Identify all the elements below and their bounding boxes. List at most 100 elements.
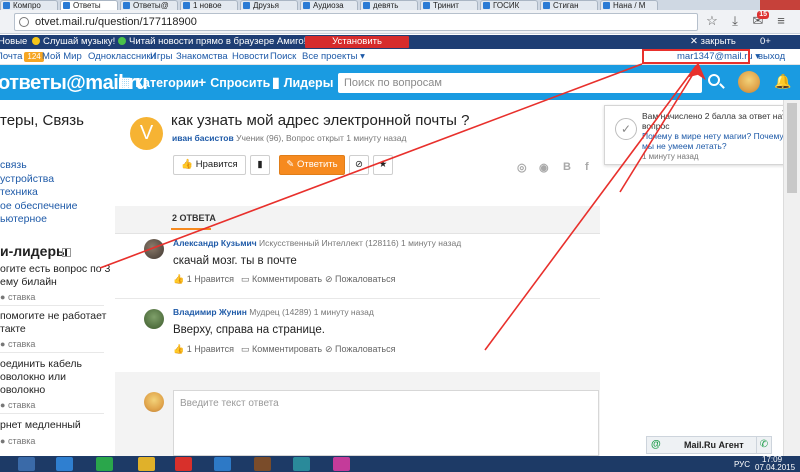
thumbs-up-icon: 👍	[173, 344, 187, 354]
logout-link[interactable]: выход	[758, 49, 785, 65]
favicon-icon	[603, 2, 610, 9]
answerer-avatar[interactable]	[144, 239, 164, 259]
asker-avatar[interactable]: V	[130, 117, 163, 150]
portal-all-projects-link[interactable]: Все проекты ▾	[302, 49, 365, 65]
portal-myworld-link[interactable]: Мой Мир	[42, 49, 82, 65]
category-title: теры, Связь	[0, 112, 84, 129]
answerer-name-link[interactable]: Владимир Жунин	[173, 307, 247, 317]
answerer-avatar[interactable]	[144, 309, 164, 329]
sidebar-question[interactable]: рнет медленный	[0, 419, 81, 432]
facebook-share-icon[interactable]: f	[585, 161, 589, 173]
toolbar-music-link[interactable]: Слушай музыку!	[32, 35, 115, 49]
browser-tab[interactable]: Аудиоза	[300, 0, 358, 10]
scrollbar-thumb[interactable]	[787, 103, 797, 193]
toolbar-close-link[interactable]: ✕ закрыть	[690, 35, 736, 49]
phone-icon[interactable]: ✆	[756, 436, 772, 454]
opera-icon[interactable]	[175, 457, 192, 471]
star-icon[interactable]: ☆	[705, 14, 719, 28]
bell-icon[interactable]: 🔔	[774, 74, 791, 89]
subcategory-link[interactable]: связь	[0, 159, 27, 171]
subcategory-link[interactable]: ьютерное	[0, 213, 47, 225]
portal-news-link[interactable]: Новости	[232, 49, 269, 65]
close-icon: ✕	[690, 36, 701, 47]
check-icon: ✓	[615, 118, 637, 140]
portal-ok-link[interactable]: Одноклассники	[88, 49, 156, 65]
leaders-button[interactable]: ▮ Лидеры	[272, 65, 333, 100]
divider	[0, 352, 104, 353]
answer-comment-button[interactable]: ▭ Комментировать	[241, 344, 322, 355]
favicon-icon	[423, 2, 430, 9]
answer-textarea[interactable]: Введите текст ответа	[173, 390, 599, 456]
answerer-name-link[interactable]: Александр Кузьмич	[173, 238, 257, 248]
browser-tab[interactable]: девять	[360, 0, 418, 10]
browser-tab[interactable]: Компро	[0, 0, 58, 10]
store-icon[interactable]	[96, 457, 113, 471]
app-icon[interactable]	[333, 457, 350, 471]
notifications-icon[interactable]: ✉ 15	[751, 11, 769, 28]
answer-comment-button[interactable]: ▭ Комментировать	[241, 274, 322, 285]
mailru-agent-bar[interactable]: @ Mail.Ru Агент	[646, 436, 772, 454]
odnoklassniki-share-icon[interactable]: ◎	[517, 161, 527, 174]
leaders-checkbox[interactable]	[62, 248, 71, 257]
search-icon[interactable]	[708, 74, 720, 86]
url-field[interactable]: otvet.mail.ru/question/177118900	[14, 13, 698, 31]
media-icon[interactable]	[214, 457, 231, 471]
comment-icon: ▭	[241, 344, 253, 354]
browser-tab[interactable]: ГОСИК	[480, 0, 538, 10]
app-icon[interactable]	[293, 457, 310, 471]
page-scrollbar[interactable]	[783, 100, 800, 456]
install-button[interactable]: Установить	[305, 36, 409, 48]
language-indicator[interactable]: РУС	[734, 460, 750, 469]
subcategory-link[interactable]: устройства	[0, 173, 54, 185]
app-icon[interactable]	[254, 457, 271, 471]
answer-report-button[interactable]: ⊘ Пожаловаться	[325, 274, 395, 285]
chrome-icon[interactable]	[138, 457, 155, 471]
window-close-button[interactable]	[760, 0, 800, 10]
portal-dating-link[interactable]: Знакомства	[176, 49, 228, 65]
coin-icon: ●	[0, 339, 8, 349]
answer-like-button[interactable]: 👍 1 Нравится	[173, 274, 234, 285]
ie-icon[interactable]	[56, 457, 73, 471]
menu-icon[interactable]: ≡	[774, 14, 788, 28]
block-button[interactable]: ⊘	[349, 155, 369, 175]
browser-tab[interactable]: 1 новое	[180, 0, 238, 10]
search-input[interactable]: Поиск по вопросам	[338, 73, 702, 93]
browser-tab[interactable]: Ответы@	[120, 0, 178, 10]
sidebar-question[interactable]: помогите не работает такте	[0, 310, 106, 336]
notification-question-link[interactable]: Почему в мире нету магии? Почему мы не у…	[642, 131, 790, 151]
answer-text: скачай мозг. ты в почте	[173, 255, 297, 267]
portal-search-link[interactable]: Поиск	[270, 49, 296, 65]
browser-tab[interactable]: Нана / М	[600, 0, 658, 10]
answer-like-button[interactable]: 👍 1 Нравится	[173, 344, 234, 355]
myworld-share-icon[interactable]: ◉	[539, 161, 549, 174]
like-button[interactable]: 👍 Нравится	[173, 155, 246, 175]
toolbar-amigo-link[interactable]: Читай новости прямо в браузере Амиго!	[118, 35, 306, 49]
browser-tab[interactable]: Друзья	[240, 0, 298, 10]
browser-tab[interactable]: Стиган	[540, 0, 598, 10]
file-explorer-icon[interactable]	[18, 457, 35, 471]
subcategory-link[interactable]: ое обеспечение	[0, 200, 77, 212]
asker-name-link[interactable]: иван басистов	[172, 133, 234, 143]
answer-button[interactable]: ✎ Ответить	[279, 155, 345, 175]
sidebar-question[interactable]: оединить кабель оволокно или оволокно	[0, 358, 82, 397]
answer-meta: Александр Кузьмич Искусственный Интеллек…	[173, 238, 462, 248]
clock-date[interactable]: 07.04.2015	[755, 463, 795, 472]
toolbar-news-link[interactable]: Новые	[0, 35, 27, 49]
vk-share-icon[interactable]: B	[563, 161, 571, 173]
subcategory-link[interactable]: техника	[0, 186, 38, 198]
browser-tab-active[interactable]: Ответы	[60, 0, 118, 10]
answer-report-button[interactable]: ⊘ Пожаловаться	[325, 344, 395, 355]
download-icon[interactable]: ⤓	[728, 14, 742, 28]
bookmark-icon: ▮	[257, 159, 263, 170]
bookmark-button[interactable]: ▮	[250, 155, 270, 175]
ask-button[interactable]: + Спросить	[198, 65, 270, 100]
portal-games-link[interactable]: Игры	[150, 49, 172, 65]
star-button[interactable]: ★	[373, 155, 393, 175]
favicon-icon	[483, 2, 490, 9]
browser-tab[interactable]: Тринит	[420, 0, 478, 10]
page-info-icon[interactable]	[19, 17, 29, 27]
user-avatar[interactable]	[738, 71, 760, 93]
portal-mail-link[interactable]: Почта124	[0, 49, 44, 65]
categories-button[interactable]: ▦ Категории	[118, 65, 199, 100]
sidebar-question[interactable]: огите есть вопрос по 3g ему билайн	[0, 263, 110, 289]
